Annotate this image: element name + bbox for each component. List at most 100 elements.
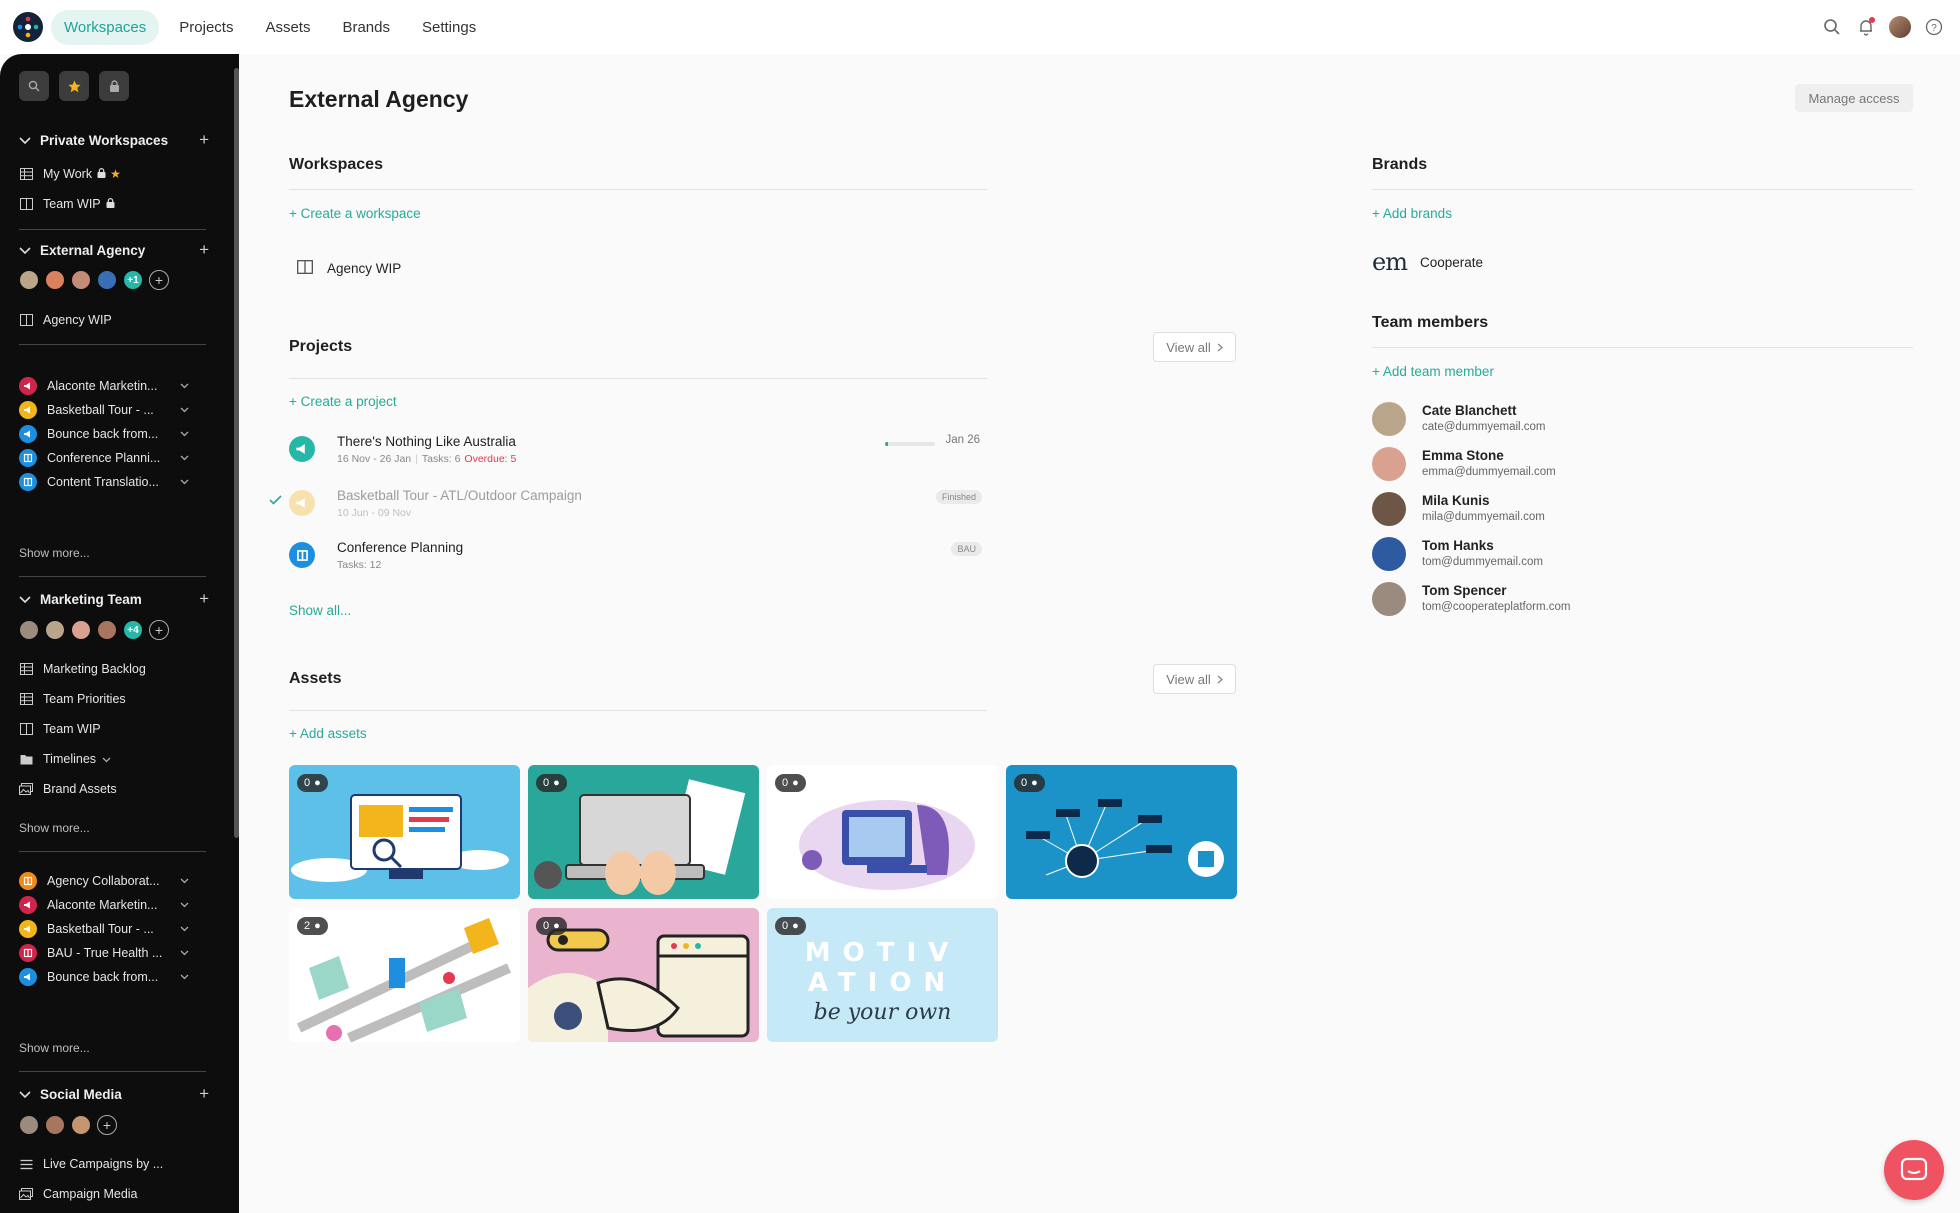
add-assets-link[interactable]: + Add assets: [289, 726, 367, 741]
assets-view-all-button[interactable]: View all: [1153, 664, 1236, 694]
avatar[interactable]: [45, 1115, 65, 1135]
sidebar-project-content-translation[interactable]: Content Translatio...: [19, 471, 209, 493]
workspace-item-agency-wip[interactable]: Agency WIP: [297, 260, 401, 277]
sidebar-item-live-campaigns[interactable]: Live Campaigns by ...: [19, 1153, 209, 1175]
more-members-badge[interactable]: +4: [123, 620, 143, 640]
project-name[interactable]: Conference Planning: [337, 540, 463, 555]
add-icon[interactable]: +: [199, 240, 209, 260]
sidebar-item-agency-wip[interactable]: Agency WIP: [19, 309, 209, 331]
sidebar-item-my-work[interactable]: My Work ★: [19, 163, 209, 185]
section-private-workspaces[interactable]: Private Workspaces +: [19, 130, 209, 150]
avatar[interactable]: [19, 270, 39, 290]
chevron-down-icon[interactable]: [180, 450, 189, 464]
avatar[interactable]: [71, 1115, 91, 1135]
sidebar-project-basketball[interactable]: Basketball Tour - ...: [19, 399, 209, 421]
manage-access-button[interactable]: Manage access: [1795, 84, 1913, 112]
chevron-down-icon[interactable]: [180, 897, 189, 911]
add-team-member-link[interactable]: + Add team member: [1372, 364, 1494, 379]
asset-thumbnail[interactable]: 0 ●: [1006, 765, 1237, 899]
show-more-link[interactable]: Show more...: [19, 821, 90, 835]
sidebar-item-brand-assets[interactable]: Brand Assets: [19, 778, 209, 800]
add-icon[interactable]: +: [199, 589, 209, 609]
sidebar-item-team-priorities[interactable]: Team Priorities: [19, 688, 209, 710]
chevron-down-icon[interactable]: [180, 873, 189, 887]
create-workspace-link[interactable]: + Create a workspace: [289, 206, 421, 221]
add-icon[interactable]: +: [199, 130, 209, 150]
project-row[interactable]: There's Nothing Like Australia 16 Nov - …: [269, 434, 994, 474]
bell-icon[interactable]: [1854, 15, 1878, 39]
team-member[interactable]: Tom Hanks tom@dummyemail.com: [1372, 537, 1672, 573]
chevron-down-icon[interactable]: [180, 945, 189, 959]
chevron-down-icon[interactable]: [180, 426, 189, 440]
team-member[interactable]: Emma Stone emma@dummyemail.com: [1372, 447, 1672, 483]
sidebar-item-marketing-backlog[interactable]: Marketing Backlog: [19, 658, 209, 680]
nav-assets[interactable]: Assets: [253, 10, 322, 45]
project-name[interactable]: There's Nothing Like Australia: [337, 434, 516, 449]
add-member-icon[interactable]: +: [149, 620, 169, 640]
help-icon[interactable]: ?: [1922, 15, 1946, 39]
sidebar-project-alaconte[interactable]: Alaconte Marketin...: [19, 375, 209, 397]
sidebar-item-campaign-media[interactable]: Campaign Media: [19, 1183, 209, 1205]
asset-thumbnail[interactable]: 0 ●: [528, 908, 759, 1042]
section-marketing-team[interactable]: Marketing Team +: [19, 589, 209, 609]
project-row[interactable]: Conference Planning Tasks: 12 BAU: [269, 540, 994, 580]
nav-projects[interactable]: Projects: [167, 10, 245, 45]
section-social-media[interactable]: Social Media +: [19, 1084, 209, 1104]
team-member[interactable]: Tom Spencer tom@cooperateplatform.com: [1372, 582, 1672, 618]
chevron-down-icon[interactable]: [180, 969, 189, 983]
chevron-down-icon[interactable]: [102, 752, 111, 766]
avatar[interactable]: [19, 1115, 39, 1135]
show-more-link[interactable]: Show more...: [19, 1041, 90, 1055]
add-icon[interactable]: +: [199, 1084, 209, 1104]
chevron-down-icon[interactable]: [180, 921, 189, 935]
add-member-icon[interactable]: +: [97, 1115, 117, 1135]
sidebar-project-conference[interactable]: Conference Planni...: [19, 447, 209, 469]
nav-brands[interactable]: Brands: [330, 10, 402, 45]
sidebar-search-button[interactable]: [19, 71, 49, 101]
sidebar-project-bounce-back[interactable]: Bounce back from...: [19, 423, 209, 445]
chat-launcher-button[interactable]: [1884, 1140, 1944, 1200]
chevron-down-icon[interactable]: [180, 474, 189, 488]
avatar[interactable]: [97, 620, 117, 640]
search-icon[interactable]: [1820, 15, 1844, 39]
user-avatar[interactable]: [1888, 15, 1912, 39]
avatar[interactable]: [97, 270, 117, 290]
chevron-down-icon[interactable]: [180, 378, 189, 392]
sidebar-favorites-button[interactable]: [59, 71, 89, 101]
sidebar-item-timelines[interactable]: Timelines: [19, 748, 209, 770]
more-members-badge[interactable]: +1: [123, 270, 143, 290]
asset-thumbnail[interactable]: MOTIV ATION be your own 0 ●: [767, 908, 998, 1042]
nav-workspaces[interactable]: Workspaces: [51, 9, 160, 45]
avatar[interactable]: [45, 620, 65, 640]
avatar[interactable]: [19, 620, 39, 640]
add-brands-link[interactable]: + Add brands: [1372, 206, 1452, 221]
add-member-icon[interactable]: +: [149, 270, 169, 290]
section-external-agency[interactable]: External Agency +: [19, 240, 209, 260]
asset-thumbnail[interactable]: 0 ●: [289, 765, 520, 899]
sidebar-item-team-wip-2[interactable]: Team WIP: [19, 718, 209, 740]
sidebar-private-button[interactable]: [99, 71, 129, 101]
sidebar-project-bounce-back-2[interactable]: Bounce back from...: [19, 966, 209, 988]
avatar[interactable]: [71, 270, 91, 290]
show-more-link[interactable]: Show more...: [19, 546, 90, 560]
team-member[interactable]: Mila Kunis mila@dummyemail.com: [1372, 492, 1672, 528]
avatar[interactable]: [45, 270, 65, 290]
asset-thumbnail[interactable]: 0 ●: [767, 765, 998, 899]
projects-view-all-button[interactable]: View all: [1153, 332, 1236, 362]
create-project-link[interactable]: + Create a project: [289, 394, 397, 409]
asset-thumbnail[interactable]: 2 ●: [289, 908, 520, 1042]
brand-item-cooperate[interactable]: em Cooperate: [1372, 248, 1483, 276]
sidebar-project-basketball-2[interactable]: Basketball Tour - ...: [19, 918, 209, 940]
sidebar-item-team-wip[interactable]: Team WIP: [19, 193, 209, 215]
project-name[interactable]: Basketball Tour - ATL/Outdoor Campaign: [337, 488, 582, 503]
chevron-down-icon[interactable]: [180, 402, 189, 416]
team-member[interactable]: Cate Blanchett cate@dummyemail.com: [1372, 402, 1672, 438]
avatar[interactable]: [71, 620, 91, 640]
sidebar-project-alaconte-2[interactable]: Alaconte Marketin...: [19, 894, 209, 916]
app-logo[interactable]: [13, 12, 43, 42]
sidebar-project-bau-true-health[interactable]: BAU - True Health ...: [19, 942, 209, 964]
nav-settings[interactable]: Settings: [410, 10, 488, 45]
sidebar-project-agency-collaboration[interactable]: Agency Collaborat...: [19, 870, 209, 892]
show-all-projects-link[interactable]: Show all...: [289, 603, 351, 618]
project-row[interactable]: Basketball Tour - ATL/Outdoor Campaign 1…: [269, 488, 994, 528]
